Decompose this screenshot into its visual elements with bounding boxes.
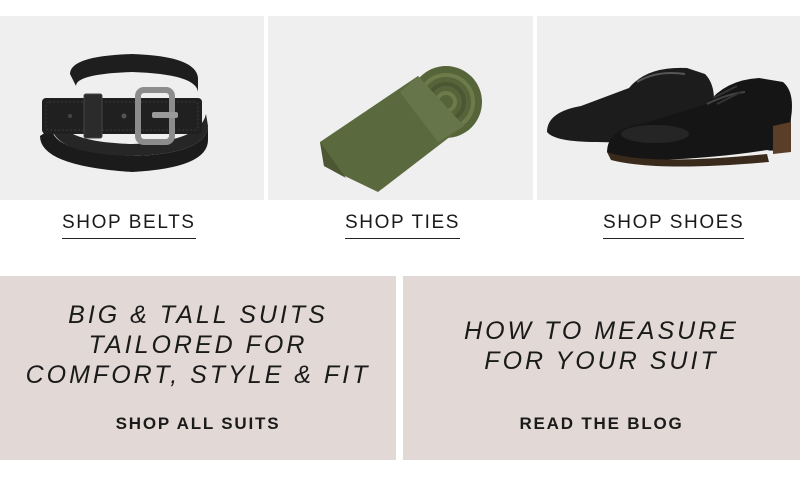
- ties-product-image[interactable]: [268, 16, 533, 200]
- tie-image: [268, 16, 533, 200]
- promo-heading: HOW TO MEASURE FOR YOUR SUIT: [403, 316, 800, 376]
- promo-heading: BIG & TALL SUITS TAILORED FOR COMFORT, S…: [0, 300, 396, 390]
- promo-heading-line: FOR YOUR SUIT: [484, 347, 719, 375]
- promo-heading-line: BIG & TALL SUITS: [68, 301, 328, 329]
- promo-heading-line: COMFORT, STYLE & FIT: [25, 361, 371, 389]
- belts-product-image[interactable]: [0, 16, 264, 200]
- shop-ties-link[interactable]: SHOP TIES: [345, 212, 461, 239]
- promo-heading-line: TAILORED FOR: [88, 331, 308, 359]
- shop-all-suits-link[interactable]: SHOP ALL SUITS: [0, 413, 396, 435]
- read-the-blog-link[interactable]: READ THE BLOG: [403, 413, 800, 435]
- shoes-image: [537, 16, 800, 200]
- big-tall-suits-promo: BIG & TALL SUITS TAILORED FOR COMFORT, S…: [0, 276, 396, 460]
- promo-heading-line: HOW TO MEASURE: [464, 317, 739, 345]
- shop-belts-link[interactable]: SHOP BELTS: [62, 212, 196, 239]
- shoes-product-image[interactable]: [537, 16, 800, 200]
- measure-suit-blog-promo: HOW TO MEASURE FOR YOUR SUIT READ THE BL…: [403, 276, 800, 460]
- belt-image: [0, 16, 264, 200]
- shop-shoes-link[interactable]: SHOP SHOES: [603, 212, 745, 239]
